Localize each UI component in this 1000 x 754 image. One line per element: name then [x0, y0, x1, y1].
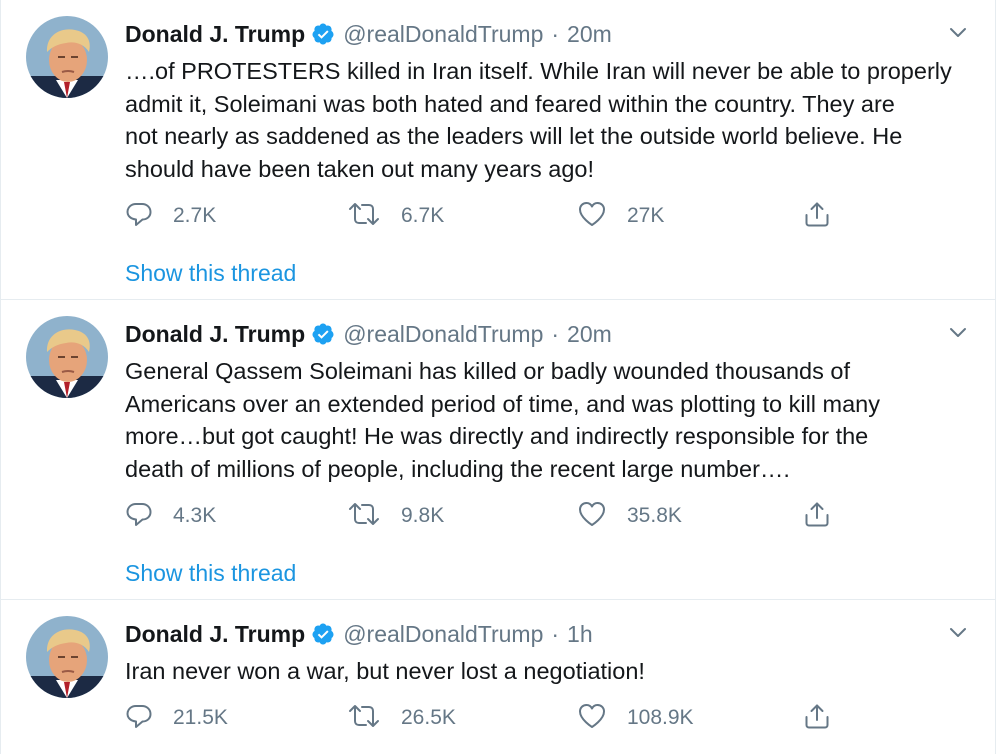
heart-icon — [577, 702, 607, 735]
retweet-count: 9.8K — [401, 504, 445, 527]
like-button[interactable]: 27K — [577, 199, 664, 233]
tweet-actions: 4.3K 9.8K 35.8K — [125, 499, 845, 533]
share-button[interactable] — [803, 499, 831, 533]
chevron-down-icon[interactable] — [947, 22, 969, 44]
tweet-text-line: not nearly as saddened as the leaders wi… — [125, 123, 903, 149]
like-button[interactable]: 35.8K — [577, 499, 682, 533]
reply-icon — [125, 200, 153, 233]
tweet-time[interactable]: 1h — [567, 621, 593, 648]
retweet-icon — [347, 500, 381, 533]
chevron-down-icon[interactable] — [947, 622, 969, 644]
tweet[interactable]: Donald J. Trump @realDonaldTrump · 1h Ir… — [1, 600, 995, 754]
tweet-header: Donald J. Trump @realDonaldTrump · 1h — [125, 619, 593, 649]
tweet-text: Iran never won a war, but never lost a n… — [125, 655, 975, 688]
tweet-text-line: should have been taken out many years ag… — [125, 155, 595, 182]
verified-badge-icon — [311, 322, 335, 346]
separator: · — [551, 20, 560, 47]
user-name[interactable]: Donald J. Trump — [125, 21, 305, 48]
verified-badge-icon — [311, 22, 335, 46]
retweet-icon — [347, 702, 381, 735]
share-icon — [803, 500, 831, 533]
reply-button[interactable]: 21.5K — [125, 701, 228, 735]
tweet-header: Donald J. Trump @realDonaldTrump · 20m — [125, 319, 612, 349]
reply-button[interactable]: 4.3K — [125, 499, 216, 533]
tweet-text-line: Iran never won a war, but never lost a n… — [125, 658, 645, 684]
tweet[interactable]: Donald J. Trump @realDonaldTrump · 20m …… — [1, 0, 995, 300]
like-button[interactable]: 108.9K — [577, 701, 694, 735]
tweet-text-line: General Qassem Soleimani has killed or b… — [125, 358, 851, 384]
reply-icon — [125, 702, 153, 735]
show-thread-link[interactable]: Show this thread — [125, 560, 296, 587]
chevron-down-icon[interactable] — [947, 322, 969, 344]
avatar[interactable] — [26, 16, 108, 98]
user-handle[interactable]: @realDonaldTrump — [343, 321, 543, 348]
tweet-text: General Qassem Soleimani has killed or b… — [125, 355, 975, 485]
tweet-actions: 21.5K 26.5K 108.9K — [125, 701, 845, 735]
share-icon — [803, 200, 831, 233]
share-icon — [803, 702, 831, 735]
retweet-button[interactable]: 26.5K — [347, 701, 456, 735]
user-name[interactable]: Donald J. Trump — [125, 621, 305, 648]
avatar[interactable] — [26, 316, 108, 398]
user-name[interactable]: Donald J. Trump — [125, 321, 305, 348]
heart-icon — [577, 200, 607, 233]
tweet-text-line: death of millions of people, including t… — [125, 455, 790, 482]
heart-icon — [577, 500, 607, 533]
retweet-icon — [347, 200, 381, 233]
reply-count: 21.5K — [173, 706, 228, 729]
retweet-button[interactable]: 9.8K — [347, 499, 444, 533]
verified-badge-icon — [311, 622, 335, 646]
retweet-button[interactable]: 6.7K — [347, 199, 444, 233]
tweet-text-line: Americans over an extended period of tim… — [125, 390, 881, 417]
tweet-actions: 2.7K 6.7K 27K — [125, 199, 845, 233]
share-button[interactable] — [803, 199, 831, 233]
tweet-header: Donald J. Trump @realDonaldTrump · 20m — [125, 19, 612, 49]
reply-icon — [125, 500, 153, 533]
reply-count: 2.7K — [173, 204, 217, 227]
share-button[interactable] — [803, 701, 831, 735]
tweet-time[interactable]: 20m — [567, 321, 612, 348]
tweet-text-line: more…but got caught! He was directly and… — [125, 423, 869, 449]
timeline-feed: Donald J. Trump @realDonaldTrump · 20m …… — [0, 0, 996, 754]
tweet-text-line: admit it, Soleimani was both hated and f… — [125, 90, 895, 117]
like-count: 108.9K — [627, 706, 694, 729]
show-thread-link[interactable]: Show this thread — [125, 260, 296, 287]
retweet-count: 26.5K — [401, 706, 456, 729]
user-handle[interactable]: @realDonaldTrump — [343, 621, 543, 648]
tweet-time[interactable]: 20m — [567, 21, 612, 48]
tweet[interactable]: Donald J. Trump @realDonaldTrump · 20m G… — [1, 300, 995, 600]
user-handle[interactable]: @realDonaldTrump — [343, 21, 543, 48]
retweet-count: 6.7K — [401, 204, 445, 227]
separator: · — [551, 620, 560, 647]
reply-count: 4.3K — [173, 504, 217, 527]
tweet-text-line: ….of PROTESTERS killed in Iran itself. W… — [125, 58, 952, 84]
like-count: 27K — [627, 204, 665, 227]
tweet-text: ….of PROTESTERS killed in Iran itself. W… — [125, 55, 975, 185]
avatar[interactable] — [26, 616, 108, 698]
like-count: 35.8K — [627, 504, 682, 527]
reply-button[interactable]: 2.7K — [125, 199, 216, 233]
separator: · — [551, 320, 560, 347]
